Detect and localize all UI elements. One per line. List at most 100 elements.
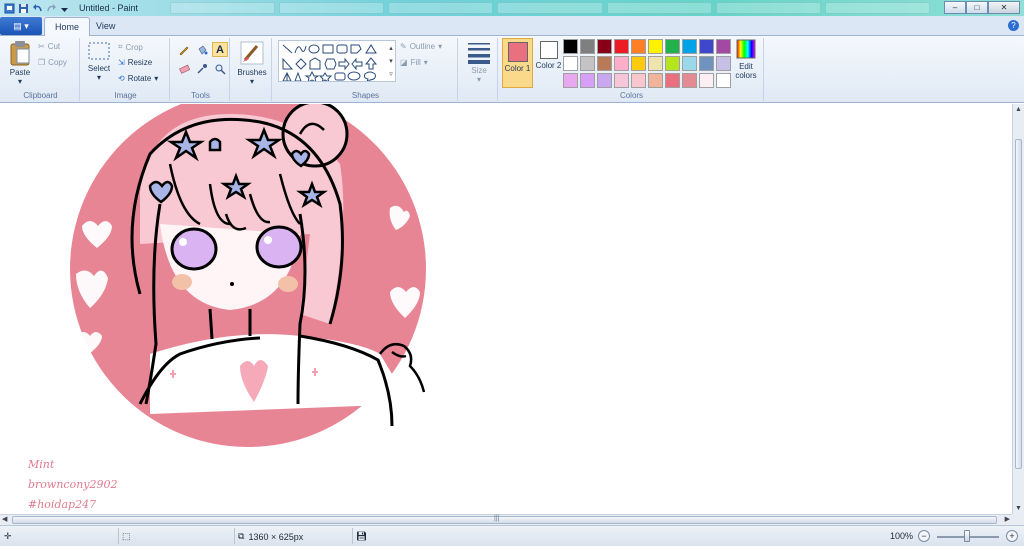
redo-icon[interactable] (46, 3, 57, 14)
palette-color-swatch[interactable] (699, 73, 714, 88)
fill-bucket-icon[interactable] (194, 42, 210, 57)
tab-home[interactable]: Home (44, 17, 91, 36)
resize-button[interactable]: ⇲ Resize (118, 58, 152, 67)
file-size: 💾︎ (356, 531, 367, 542)
chevron-down-icon[interactable]: ▾ (386, 55, 396, 68)
copy-button[interactable]: ❐ Copy (38, 58, 67, 67)
size-label: Size (471, 66, 487, 75)
cut-label: Cut (47, 42, 61, 51)
minimize-button[interactable]: – (944, 1, 966, 14)
color1-button[interactable]: Color 1 (502, 38, 533, 88)
paste-button[interactable]: Paste ▾ (6, 40, 34, 86)
tab-view[interactable]: View (86, 17, 125, 36)
color-palette (563, 39, 731, 88)
edit-colors-button[interactable]: Edit colors (731, 38, 761, 80)
palette-color-swatch[interactable] (699, 39, 714, 54)
shapes-gallery[interactable] (278, 40, 396, 82)
eraser-icon[interactable] (176, 61, 192, 76)
vertical-scrollbar[interactable]: ▲ ▼ (1012, 104, 1024, 514)
zoom-percentage: 100% (890, 531, 914, 541)
palette-color-swatch[interactable] (648, 39, 663, 54)
palette-color-swatch[interactable] (699, 56, 714, 71)
expand-gallery-icon[interactable]: ▿ (386, 68, 396, 81)
customize-qat-icon[interactable] (60, 3, 71, 14)
palette-color-swatch[interactable] (580, 73, 595, 88)
brushes-group: Brushes ▾ (232, 38, 272, 101)
color2-swatch (539, 41, 558, 59)
maximize-button[interactable]: □ (966, 1, 988, 14)
palette-color-swatch[interactable] (648, 73, 663, 88)
palette-color-swatch[interactable] (716, 56, 731, 71)
scroll-down-icon[interactable]: ▼ (1015, 505, 1022, 512)
palette-color-swatch[interactable] (597, 56, 612, 71)
quick-access-toolbar (0, 0, 71, 16)
color2-button[interactable]: Color 2 (533, 38, 564, 88)
left-cheek (172, 274, 192, 290)
rotate-button[interactable]: ⟲ Rotate ▾ (118, 74, 158, 83)
copy-icon: ❐ (38, 58, 46, 67)
palette-color-swatch[interactable] (716, 39, 731, 54)
select-button[interactable]: Select ▾ (84, 40, 114, 82)
vertical-scroll-thumb[interactable] (1015, 139, 1022, 469)
cut-button[interactable]: ✂ Cut (38, 42, 60, 51)
palette-color-swatch[interactable] (665, 56, 680, 71)
palette-color-swatch[interactable] (631, 73, 646, 88)
palette-color-swatch[interactable] (631, 56, 646, 71)
palette-color-swatch[interactable] (597, 39, 612, 54)
file-menu-button[interactable]: ▤ ▾ (0, 17, 42, 35)
drawing-canvas[interactable]: Mint browncony2902 #hoidap247 (0, 104, 1012, 514)
background-tab (170, 2, 276, 14)
magnifier-icon[interactable] (212, 61, 228, 76)
palette-color-swatch[interactable] (682, 56, 697, 71)
text-tool-icon[interactable]: A (212, 42, 228, 57)
shapes-scroll[interactable]: ▴ ▾ ▿ (386, 42, 396, 82)
watermark-line: browncony2902 (28, 478, 118, 491)
chevron-up-icon[interactable]: ▴ (386, 42, 396, 55)
crop-button[interactable]: ⌗ Crop (118, 42, 143, 52)
scroll-up-icon[interactable]: ▲ (1015, 106, 1022, 113)
resize-label: Resize (127, 58, 153, 67)
palette-color-swatch[interactable] (682, 39, 697, 54)
outline-button[interactable]: ✎ Outline ▾ (400, 42, 442, 51)
scroll-left-icon[interactable]: ◀ (2, 515, 7, 523)
palette-color-swatch[interactable] (614, 56, 629, 71)
palette-color-swatch[interactable] (563, 56, 578, 71)
help-icon[interactable]: ? (1008, 20, 1019, 31)
outline-icon: ✎ (400, 42, 407, 51)
paint-app-icon[interactable] (4, 3, 15, 14)
palette-color-swatch[interactable] (665, 39, 680, 54)
palette-color-swatch[interactable] (563, 73, 578, 88)
horizontal-scroll-thumb[interactable] (12, 516, 997, 524)
size-group: Size ▾ (460, 38, 498, 101)
pencil-icon[interactable] (176, 42, 192, 57)
title-bar: Untitled - Paint – □ ✕ (0, 0, 1024, 16)
undo-icon[interactable] (32, 3, 43, 14)
zoom-slider-thumb[interactable] (964, 530, 970, 542)
size-button[interactable]: Size ▾ (464, 40, 494, 84)
close-button[interactable]: ✕ (988, 1, 1020, 14)
scroll-right-icon[interactable]: ▶ (1005, 515, 1010, 523)
palette-color-swatch[interactable] (580, 39, 595, 54)
background-taskbar-tabs (170, 2, 930, 14)
chevron-down-icon: ▾ (154, 74, 159, 83)
save-icon[interactable] (18, 3, 29, 14)
palette-color-swatch[interactable] (614, 39, 629, 54)
zoom-level: 100% (890, 531, 913, 541)
fill-button[interactable]: ◪ Fill ▾ (400, 58, 428, 67)
shapes-group-label: Shapes (351, 91, 380, 100)
zoom-in-button[interactable]: + (1006, 530, 1018, 542)
palette-color-swatch[interactable] (648, 56, 663, 71)
palette-color-swatch[interactable] (682, 73, 697, 88)
palette-color-swatch[interactable] (716, 73, 731, 88)
select-label: Select (87, 64, 111, 73)
brushes-button[interactable]: Brushes ▾ (236, 40, 268, 86)
palette-color-swatch[interactable] (580, 56, 595, 71)
palette-color-swatch[interactable] (631, 39, 646, 54)
horizontal-scrollbar[interactable]: ◀ ||| ▶ (0, 514, 1012, 525)
palette-color-swatch[interactable] (614, 73, 629, 88)
zoom-out-button[interactable]: − (918, 530, 930, 542)
palette-color-swatch[interactable] (597, 73, 612, 88)
palette-color-swatch[interactable] (665, 73, 680, 88)
color-picker-icon[interactable] (194, 61, 210, 76)
palette-color-swatch[interactable] (563, 39, 578, 54)
